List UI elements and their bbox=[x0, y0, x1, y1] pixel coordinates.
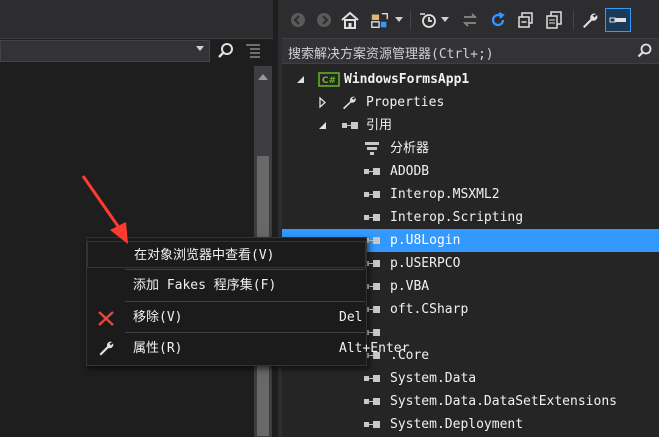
reference-icon bbox=[364, 191, 380, 199]
search-icon[interactable] bbox=[217, 42, 235, 60]
svg-text:C#: C# bbox=[322, 76, 336, 86]
show-all-files-icon[interactable] bbox=[544, 10, 564, 30]
reference-icon bbox=[364, 168, 380, 176]
solution-explorer-toolbar bbox=[282, 0, 659, 38]
reference-icon bbox=[342, 122, 358, 130]
reference-label: p.VBA bbox=[390, 279, 430, 294]
reference-label: System.Data bbox=[390, 371, 477, 386]
table-row[interactable]: System.Deployment bbox=[282, 413, 659, 436]
reference-label: System.Data.DataSetExtensions bbox=[390, 394, 617, 409]
menu-separator bbox=[125, 301, 365, 302]
toolbar-separator bbox=[573, 10, 574, 30]
chevron-down-icon[interactable] bbox=[196, 46, 204, 51]
pending-changes-filter-icon[interactable] bbox=[418, 10, 438, 30]
wrench-icon bbox=[97, 340, 115, 358]
reference-icon bbox=[364, 398, 380, 406]
menu-item-label: 添加 Fakes 程序集(F) bbox=[133, 278, 277, 293]
csharp-project-icon: C# bbox=[318, 72, 340, 87]
reference-icon bbox=[364, 214, 380, 222]
collapse-all-icon[interactable] bbox=[244, 42, 262, 60]
solution-explorer-search[interactable]: 搜索解决方案资源管理器(Ctrl+;) bbox=[282, 38, 659, 64]
wrench-icon bbox=[340, 95, 358, 110]
sync-with-document-icon[interactable] bbox=[460, 10, 480, 30]
context-menu: 在对象浏览器中查看(V) 添加 Fakes 程序集(F) 移除(V) Del 属… bbox=[86, 237, 409, 366]
reference-label: oft.CSharp bbox=[390, 302, 469, 317]
menu-separator bbox=[125, 269, 365, 270]
table-row[interactable]: System.Data.DataSetExtensions bbox=[282, 390, 659, 413]
menu-item-shortcut: Alt+Enter bbox=[339, 341, 410, 356]
expanded-arrow-icon[interactable] bbox=[318, 114, 328, 137]
project-name: WindowsFormsApp1 bbox=[344, 72, 470, 87]
tree-analyzers-node[interactable]: 分析器 bbox=[282, 137, 659, 160]
tree-references-node[interactable]: 引用 bbox=[282, 114, 659, 137]
switch-views-icon[interactable] bbox=[370, 10, 390, 30]
analyzer-icon bbox=[364, 141, 382, 156]
left-tab-bar bbox=[0, 0, 273, 39]
reference-label: Interop.MSXML2 bbox=[390, 187, 500, 202]
properties-wrench-icon[interactable] bbox=[580, 10, 600, 30]
switch-views-dropdown-icon[interactable] bbox=[394, 10, 404, 30]
menu-separator bbox=[125, 332, 365, 333]
reference-label: System.Deployment bbox=[390, 417, 524, 432]
analyzers-label: 分析器 bbox=[390, 141, 430, 156]
menu-item-label: 在对象浏览器中查看(V) bbox=[134, 248, 275, 263]
tree-properties-node[interactable]: Properties bbox=[282, 91, 659, 114]
scroll-up-icon[interactable] bbox=[258, 74, 268, 80]
expanded-arrow-icon[interactable] bbox=[296, 68, 306, 91]
reference-label: Interop.Scripting bbox=[390, 210, 524, 225]
member-dropdown[interactable] bbox=[0, 40, 210, 62]
annotation-arrow-icon bbox=[81, 175, 128, 244]
collapse-all-icon[interactable] bbox=[516, 10, 536, 30]
table-row[interactable]: System.Data bbox=[282, 367, 659, 390]
solution-explorer: 搜索解决方案资源管理器(Ctrl+;) C# WindowsFormsApp1 … bbox=[282, 0, 659, 437]
refresh-icon[interactable] bbox=[488, 10, 508, 30]
menu-item-add-fakes-assembly[interactable]: 添加 Fakes 程序集(F) bbox=[87, 272, 366, 299]
search-icon[interactable] bbox=[637, 43, 653, 63]
menu-item-properties[interactable]: 属性(R) Alt+Enter bbox=[87, 335, 409, 362]
forward-icon[interactable] bbox=[314, 10, 334, 30]
menu-item-label: 属性(R) bbox=[133, 341, 183, 356]
red-x-icon bbox=[97, 309, 115, 327]
table-row[interactable]: ADODB bbox=[282, 160, 659, 183]
table-row[interactable]: Interop.MSXML2 bbox=[282, 183, 659, 206]
toolbar-separator bbox=[410, 10, 411, 30]
table-row[interactable]: Interop.Scripting bbox=[282, 206, 659, 229]
reference-label: ADODB bbox=[390, 164, 430, 179]
reference-label: p.U8Login bbox=[390, 233, 461, 248]
menu-item-shortcut: Del bbox=[339, 310, 363, 325]
reference-icon bbox=[364, 375, 380, 383]
tree-project-node[interactable]: C# WindowsFormsApp1 bbox=[282, 68, 659, 91]
menu-item-label: 移除(V) bbox=[133, 310, 183, 325]
home-icon[interactable] bbox=[340, 10, 360, 30]
references-label: 引用 bbox=[366, 118, 393, 133]
properties-label: Properties bbox=[366, 95, 445, 110]
left-pane bbox=[0, 0, 278, 437]
back-icon[interactable] bbox=[288, 10, 308, 30]
preview-selected-items-button[interactable] bbox=[605, 8, 631, 32]
filter-dropdown-icon[interactable] bbox=[440, 10, 450, 30]
reference-label: p.USERPCO bbox=[390, 256, 461, 271]
reference-icon bbox=[364, 421, 380, 429]
menu-item-remove[interactable]: 移除(V) Del bbox=[87, 304, 366, 331]
search-placeholder: 搜索解决方案资源管理器(Ctrl+;) bbox=[288, 47, 494, 62]
collapsed-arrow-icon[interactable] bbox=[318, 91, 328, 114]
